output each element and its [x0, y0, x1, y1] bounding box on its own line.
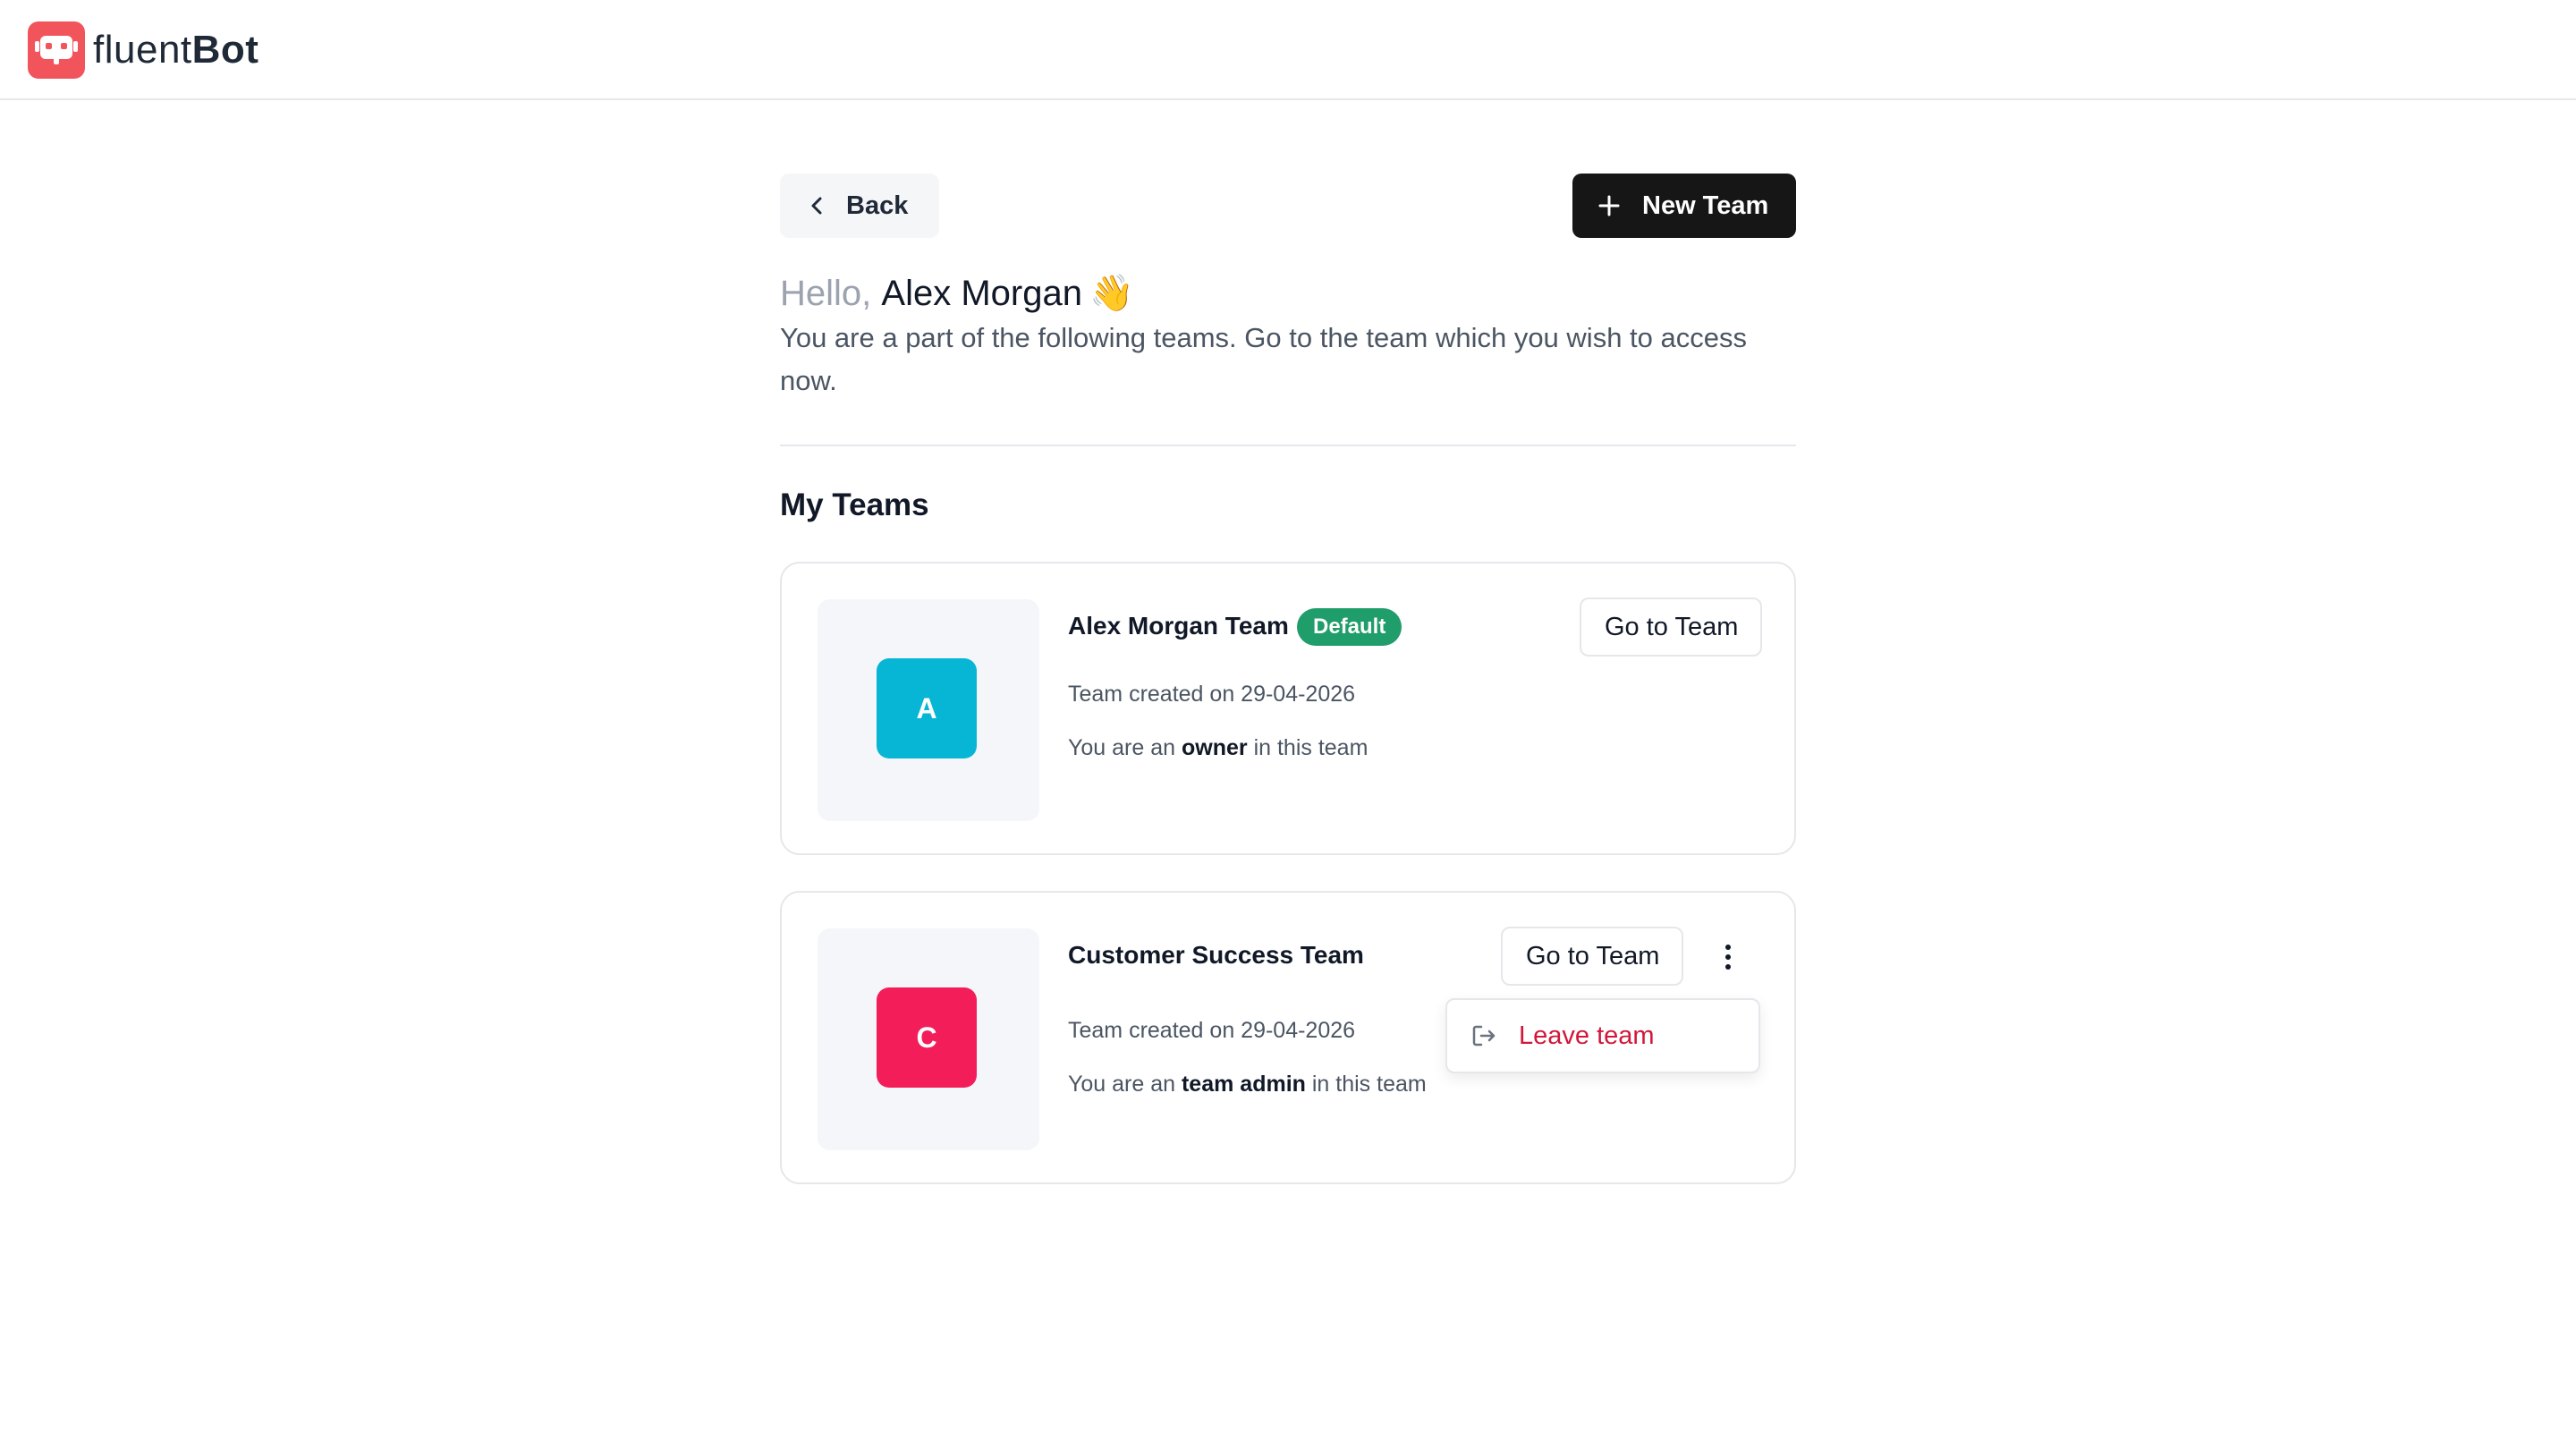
team-role: owner: [1181, 735, 1248, 760]
divider: [780, 445, 1796, 446]
top-bar: fluentBot: [0, 0, 2576, 100]
team-role: team admin: [1181, 1072, 1306, 1097]
team-role-line: You are an owner in this team: [1068, 732, 1368, 764]
team-avatar-container: A: [818, 599, 1039, 821]
back-button-label: Back: [846, 191, 909, 220]
user-name: Alex Morgan: [881, 274, 1082, 313]
team-avatar: C: [877, 987, 977, 1088]
team-avatar: A: [877, 658, 977, 758]
go-to-team-button[interactable]: Go to Team: [1501, 927, 1683, 986]
robot-chat-icon[interactable]: [28, 21, 85, 79]
more-options-icon[interactable]: [1710, 936, 1746, 979]
new-team-button-label: New Team: [1642, 191, 1769, 220]
back-button[interactable]: Back: [780, 174, 939, 238]
new-team-button[interactable]: New Team: [1572, 174, 1796, 238]
role-prefix: You are an: [1068, 1072, 1176, 1097]
go-to-team-button[interactable]: Go to Team: [1580, 597, 1762, 657]
default-badge: Default: [1297, 608, 1402, 646]
greeting-heading: Hello, Alex Morgan 👋: [780, 268, 1134, 318]
brand-name-light: fluent: [93, 28, 192, 72]
greeting-subtitle: You are a part of the following teams. G…: [780, 322, 1747, 396]
greeting-hello: Hello,: [780, 274, 872, 313]
logout-icon: [1472, 1025, 1496, 1046]
my-teams-title: My Teams: [780, 487, 929, 522]
waving-hand-icon: 👋: [1089, 274, 1134, 313]
team-name: Alex Morgan Team: [1068, 612, 1289, 640]
chevron-left-icon: [811, 197, 822, 215]
leave-team-menu-item[interactable]: Leave team: [1519, 1021, 1655, 1051]
brand-name-bold: Bot: [191, 28, 259, 72]
role-suffix: in this team: [1311, 1072, 1427, 1097]
team-avatar-container: C: [818, 928, 1039, 1150]
team-card: A Alex Morgan Team Default Team created …: [780, 562, 1796, 855]
team-created-date: Team created on 29-04-2026: [1068, 682, 1356, 707]
role-prefix: You are an: [1068, 735, 1176, 760]
role-suffix: in this team: [1253, 735, 1368, 760]
plus-icon: [1598, 195, 1620, 216]
team-name: Customer Success Team: [1068, 941, 1364, 969]
team-options-menu: Leave team: [1445, 998, 1760, 1073]
team-role-line: You are an team admin in this team: [1068, 1068, 1427, 1100]
brand-logo-text[interactable]: fluentBot: [93, 23, 258, 77]
team-created-date: Team created on 29-04-2026: [1068, 1018, 1356, 1043]
